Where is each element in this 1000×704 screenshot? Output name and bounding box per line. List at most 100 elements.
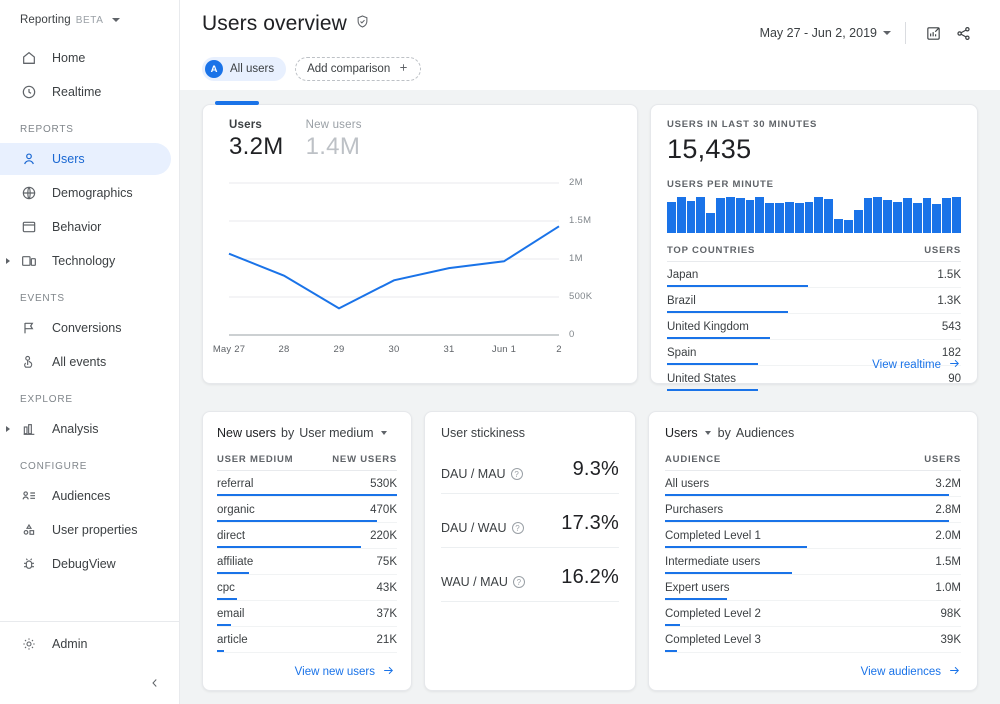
table-row[interactable]: All users3.2M — [665, 471, 961, 497]
table-row[interactable]: United Kingdom543 — [667, 314, 961, 340]
sidebar-item-label: Conversions — [52, 321, 121, 335]
card-title-dimension[interactable]: Audiences — [736, 426, 794, 440]
table-row[interactable]: article21K — [217, 627, 397, 653]
table-row[interactable]: Japan1.5K — [667, 262, 961, 288]
table-row[interactable]: organic470K — [217, 497, 397, 523]
chevron-down-icon[interactable] — [381, 431, 387, 435]
metric-users[interactable]: Users 3.2M — [229, 119, 284, 161]
table-row[interactable]: Completed Level 298K — [665, 601, 961, 627]
row-bar — [667, 363, 758, 365]
table-row[interactable]: affiliate75K — [217, 549, 397, 575]
sparkline-bar — [696, 197, 705, 233]
row-bar-track — [665, 494, 961, 496]
sidebar-section-configure: CONFIGURE — [0, 447, 179, 478]
share-icon[interactable] — [948, 18, 978, 48]
row-label: referral — [217, 478, 253, 490]
sidebar-item-label: Analysis — [52, 422, 99, 436]
row-value: 220K — [370, 530, 397, 542]
sidebar-footer: Admin — [0, 621, 179, 666]
row-bar — [217, 650, 224, 652]
table-row[interactable]: referral530K — [217, 471, 397, 497]
row-bar — [665, 598, 727, 600]
table-row[interactable]: cpc43K — [217, 575, 397, 601]
card-title: User stickiness — [441, 426, 619, 440]
sparkline-bar — [785, 202, 794, 233]
row-label: email — [217, 608, 244, 620]
x-axis-tick: 2 — [556, 344, 561, 355]
sidebar-collapse-button[interactable] — [0, 666, 179, 704]
help-icon[interactable]: ? — [511, 468, 523, 480]
sidebar-item-admin[interactable]: Admin — [0, 622, 179, 666]
sparkline-bar — [913, 203, 922, 233]
help-icon[interactable]: ? — [513, 576, 525, 588]
add-comparison-button[interactable]: Add comparison — [295, 57, 421, 81]
table-row[interactable]: Intermediate users1.5M — [665, 549, 961, 575]
x-axis-tick: 29 — [334, 344, 345, 355]
sparkline-bar — [765, 203, 774, 233]
properties-icon — [20, 521, 38, 539]
table-row[interactable]: Brazil1.3K — [667, 288, 961, 314]
sidebar: Reporting BETA Home Realtime REPORTS — [0, 0, 180, 704]
metric-new-users[interactable]: New users 1.4M — [306, 119, 362, 161]
expand-arrow-icon[interactable] — [6, 258, 10, 264]
row-bar-track — [217, 598, 397, 600]
sidebar-item-home[interactable]: Home — [0, 42, 171, 74]
y-axis-tick: 500K — [569, 291, 592, 302]
sidebar-item-technology[interactable]: Technology — [0, 245, 171, 277]
row-value: 21K — [377, 634, 397, 646]
row-label: Purchasers — [665, 504, 723, 516]
sidebar-item-label: DebugView — [52, 557, 116, 571]
table-row[interactable]: Completed Level 12.0M — [665, 523, 961, 549]
chip-all-users[interactable]: A All users — [202, 57, 286, 81]
card-title-metric[interactable]: Users — [665, 426, 698, 440]
table-row[interactable]: Completed Level 339K — [665, 627, 961, 653]
table-row[interactable]: email37K — [217, 601, 397, 627]
sidebar-nav: Home Realtime REPORTS Users Demographics — [0, 36, 179, 621]
sparkline-bar — [844, 220, 853, 233]
sidebar-item-conversions[interactable]: Conversions — [0, 312, 171, 344]
chevron-down-icon[interactable] — [705, 431, 711, 435]
row-value: 3.2M — [935, 478, 961, 490]
sidebar-section-events: EVENTS — [0, 279, 179, 310]
row-value: 1.5K — [937, 269, 961, 281]
expand-arrow-icon[interactable] — [6, 426, 10, 432]
sidebar-item-behavior[interactable]: Behavior — [0, 211, 171, 243]
row-bar-track — [217, 624, 397, 626]
table-row[interactable]: direct220K — [217, 523, 397, 549]
row-bar-track — [665, 624, 961, 626]
sparkline-bar — [883, 200, 892, 233]
sidebar-item-analysis[interactable]: Analysis — [0, 413, 171, 445]
gear-icon — [20, 635, 38, 653]
brand-reporting[interactable]: Reporting BETA — [0, 0, 179, 36]
view-audiences-link[interactable]: View audiences — [861, 664, 961, 680]
sparkline-bar — [706, 213, 715, 233]
sidebar-item-users[interactable]: Users — [0, 143, 171, 175]
sidebar-item-audiences[interactable]: Audiences — [0, 480, 171, 512]
devices-icon — [20, 252, 38, 270]
table-row[interactable]: Expert users1.0M — [665, 575, 961, 601]
sidebar-item-demographics[interactable]: Demographics — [0, 177, 171, 209]
help-icon[interactable]: ? — [512, 522, 524, 534]
users-line-chart[interactable]: 0500K1M1.5M2MMay 2728293031Jun 12 — [217, 177, 619, 365]
sidebar-item-realtime[interactable]: Realtime — [0, 76, 171, 108]
sidebar-item-user-properties[interactable]: User properties — [0, 514, 171, 546]
table-row[interactable]: Purchasers2.8M — [665, 497, 961, 523]
row-bar-track — [665, 546, 961, 548]
stickiness-label: DAU / WAU? — [441, 521, 524, 535]
view-realtime-link[interactable]: View realtime — [872, 357, 961, 373]
sidebar-item-all-events[interactable]: All events — [0, 346, 171, 378]
home-icon — [20, 49, 38, 67]
main-area: Users overview May 27 - Jun 2, 2019 — [180, 0, 1000, 704]
column-header-metric: NEW USERS — [332, 454, 397, 465]
row-bar-track — [217, 546, 397, 548]
card-title-dimension[interactable]: User medium — [299, 426, 373, 440]
row-value: 39K — [941, 634, 961, 646]
audiences-list: All users3.2MPurchasers2.8MCompleted Lev… — [665, 471, 961, 653]
topbar: Users overview May 27 - Jun 2, 2019 — [180, 0, 1000, 90]
sidebar-item-debugview[interactable]: DebugView — [0, 548, 171, 580]
date-range-selector[interactable]: May 27 - Jun 2, 2019 — [760, 26, 905, 40]
sparkline-bar — [923, 198, 932, 233]
view-new-users-link[interactable]: View new users — [295, 664, 395, 680]
edit-chart-icon[interactable] — [918, 18, 948, 48]
chevron-down-icon[interactable] — [112, 18, 120, 22]
